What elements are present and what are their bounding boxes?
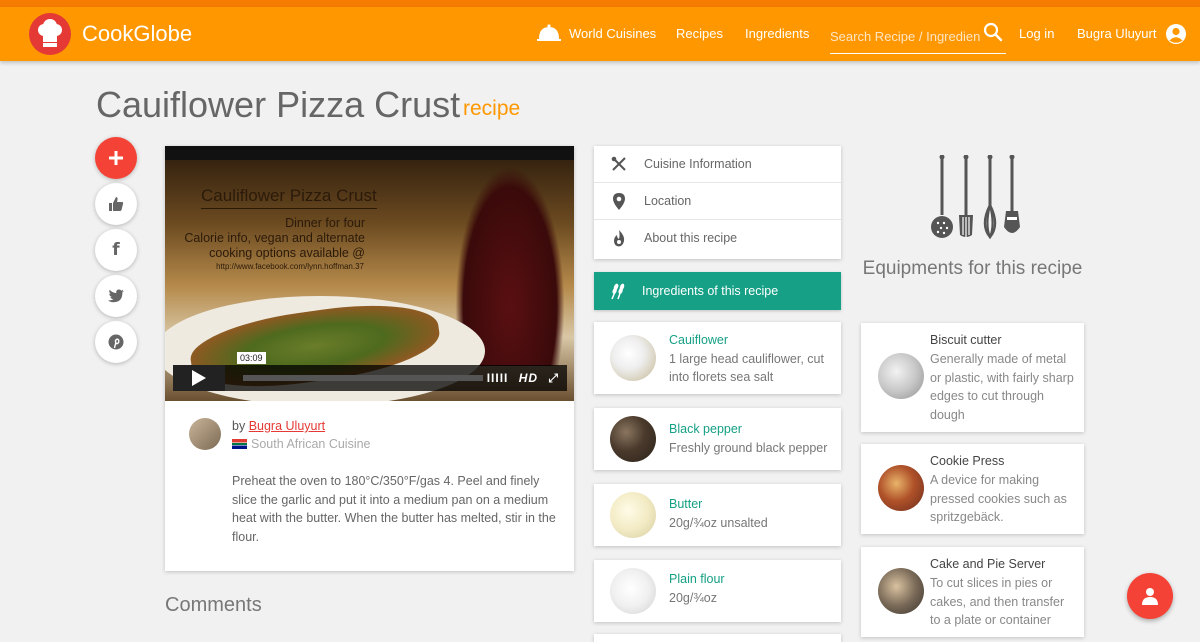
video-top-bar bbox=[165, 146, 574, 160]
utensils-icon bbox=[611, 156, 627, 177]
page-title-suffix: recipe bbox=[463, 97, 521, 120]
pinterest-share-button[interactable] bbox=[95, 321, 137, 363]
facebook-icon: f bbox=[112, 240, 120, 260]
plus-icon bbox=[109, 151, 123, 165]
video-time: 03:09 bbox=[237, 352, 266, 364]
user-fab-button[interactable] bbox=[1127, 573, 1173, 619]
username-link[interactable]: Bugra Uluyurt bbox=[1077, 26, 1156, 41]
wheat-icon bbox=[609, 282, 627, 305]
person-icon bbox=[1142, 588, 1158, 605]
menu-label: About this recipe bbox=[644, 231, 738, 245]
menu-cuisine-information[interactable]: Cuisine Information bbox=[594, 146, 841, 183]
search-field-wrapper bbox=[830, 18, 1006, 54]
nav-world-cuisines[interactable]: World Cuisines bbox=[569, 26, 656, 41]
equipment-card[interactable]: Cookie Press A device for making pressed… bbox=[861, 444, 1084, 534]
chef-hat-logo-icon[interactable] bbox=[29, 13, 71, 55]
ingredient-name: Plain flour bbox=[669, 572, 725, 586]
equipment-name: Cookie Press bbox=[930, 454, 1005, 468]
nav-ingredients[interactable]: Ingredients bbox=[745, 26, 809, 41]
equipment-image bbox=[878, 568, 924, 614]
video-line-1: Dinner for four bbox=[285, 216, 365, 230]
hd-badge[interactable]: HD bbox=[519, 371, 538, 385]
ingredient-name: Cauiflower bbox=[669, 333, 729, 347]
ingredient-description: 1 large head cauliflower, cut into flore… bbox=[669, 352, 824, 384]
volume-icon[interactable]: IIIII bbox=[487, 371, 509, 385]
video-control-icons: IIIII HD ⤢ bbox=[487, 371, 559, 386]
author-prefix: by bbox=[232, 419, 246, 433]
cloche-icon bbox=[537, 24, 561, 47]
ingredient-description: Freshly ground black pepper bbox=[669, 441, 828, 455]
equipment-description: A device for making pressed cookies such… bbox=[930, 473, 1067, 524]
video-line-3: cooking options available @ bbox=[209, 246, 365, 260]
comments-heading: Comments bbox=[165, 594, 262, 616]
ingredients-header[interactable]: Ingredients of this recipe bbox=[594, 272, 841, 310]
menu-about-recipe[interactable]: About this recipe bbox=[594, 220, 841, 257]
video-controls: 03:09 IIIII HD ⤢ bbox=[173, 352, 567, 391]
ingredient-name: Butter bbox=[669, 497, 703, 511]
kitchen-utensils-icon bbox=[928, 154, 1024, 244]
menu-location[interactable]: Location bbox=[594, 183, 841, 220]
header-top-stripe bbox=[0, 0, 1200, 7]
top-nav-bar: CookGlobe World Cuisines Recipes Ingredi… bbox=[0, 7, 1200, 61]
ingredient-image bbox=[610, 416, 656, 462]
thumbs-up-icon bbox=[109, 197, 124, 211]
brand-name[interactable]: CookGlobe bbox=[82, 21, 192, 47]
ingredient-description: 20g/¾oz bbox=[669, 591, 717, 605]
recipe-description: Preheat the oven to 180°C/350°F/gas 4. P… bbox=[232, 474, 556, 544]
video-link-text: http://www.facebook.com/lynn.hoffman.37 bbox=[216, 262, 364, 271]
user-account-icon[interactable] bbox=[1165, 23, 1187, 50]
ingredient-name: Black pepper bbox=[669, 422, 742, 436]
search-icon[interactable] bbox=[983, 22, 1003, 47]
video-line-2: Calorie info, vegan and alternate bbox=[184, 231, 365, 245]
ingredients-header-label: Ingredients of this recipe bbox=[642, 284, 779, 298]
ingredient-image bbox=[610, 492, 656, 538]
author-avatar[interactable] bbox=[189, 418, 221, 450]
twitter-share-button[interactable] bbox=[95, 275, 137, 317]
add-button[interactable] bbox=[95, 137, 137, 179]
ingredient-card[interactable]: Cauiflower 1 large head cauliflower, cut… bbox=[594, 322, 841, 394]
recipe-card: Cauliflower Pizza Crust Dinner for four … bbox=[165, 146, 574, 571]
pinterest-icon bbox=[108, 334, 124, 350]
ingredient-card[interactable]: Black pepper Freshly ground black pepper bbox=[594, 408, 841, 470]
location-pin-icon bbox=[611, 193, 627, 215]
equipment-description: To cut slices in pies or cakes, and then… bbox=[930, 576, 1065, 627]
ingredient-card[interactable]: Butter 20g/¾oz unsalted bbox=[594, 484, 841, 546]
recipe-info-menu: Cuisine Information Location About this … bbox=[594, 146, 841, 259]
page-title: Cauiflower Pizza Crust bbox=[96, 84, 461, 125]
cuisine-line: South African Cuisine bbox=[232, 437, 371, 451]
recipe-video-player[interactable]: Cauliflower Pizza Crust Dinner for four … bbox=[165, 146, 574, 401]
play-button[interactable] bbox=[173, 365, 225, 391]
login-link[interactable]: Log in bbox=[1019, 26, 1054, 41]
south-africa-flag-icon bbox=[232, 439, 247, 449]
flame-icon bbox=[611, 230, 627, 252]
video-progress-bar[interactable] bbox=[243, 375, 483, 381]
ingredient-card[interactable] bbox=[594, 634, 841, 642]
equipment-card[interactable]: Biscuit cutter Generally made of metal o… bbox=[861, 323, 1084, 432]
search-input[interactable] bbox=[830, 26, 980, 46]
equipment-card[interactable]: Cake and Pie Server To cut slices in pie… bbox=[861, 547, 1084, 637]
equipment-image bbox=[878, 353, 924, 399]
ingredient-description: 20g/¾oz unsalted bbox=[669, 516, 768, 530]
like-button[interactable] bbox=[95, 183, 137, 225]
cuisine-label[interactable]: South African Cuisine bbox=[251, 437, 371, 451]
nav-recipes[interactable]: Recipes bbox=[676, 26, 723, 41]
menu-label: Cuisine Information bbox=[644, 157, 752, 171]
ingredient-image bbox=[610, 335, 656, 381]
author-link[interactable]: Bugra Uluyurt bbox=[249, 419, 325, 433]
equipment-image bbox=[878, 465, 924, 511]
fullscreen-icon[interactable]: ⤢ bbox=[548, 371, 559, 385]
video-title: Cauliflower Pizza Crust bbox=[201, 186, 377, 209]
author-line: by Bugra Uluyurt bbox=[232, 419, 325, 433]
ingredient-image bbox=[610, 568, 656, 614]
equipment-name: Cake and Pie Server bbox=[930, 557, 1046, 571]
twitter-bird-icon bbox=[108, 289, 124, 303]
equipment-name: Biscuit cutter bbox=[930, 333, 1002, 347]
facebook-share-button[interactable]: f bbox=[95, 229, 137, 271]
equipments-heading: Equipments for this recipe bbox=[862, 258, 1083, 279]
play-icon bbox=[192, 370, 206, 386]
menu-label: Location bbox=[644, 194, 692, 208]
ingredient-card[interactable]: Plain flour 20g/¾oz bbox=[594, 560, 841, 622]
equipment-description: Generally made of metal or plastic, with… bbox=[930, 352, 1074, 422]
